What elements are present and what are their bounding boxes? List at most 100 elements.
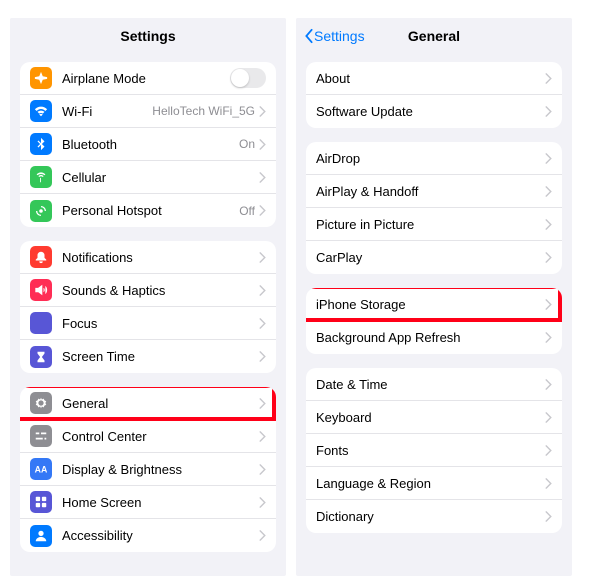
- chevron-right-icon: [259, 530, 266, 541]
- row-notifications[interactable]: Notifications: [20, 241, 276, 274]
- row-general[interactable]: General: [20, 387, 276, 420]
- settings-group: Date & Time Keyboard Fonts Language & Regio…: [306, 368, 562, 533]
- settings-group: General Control Center Display & Brightnes…: [20, 387, 276, 552]
- moon-icon: [30, 312, 52, 334]
- chevron-right-icon: [259, 139, 266, 150]
- wifi-icon: [30, 100, 52, 122]
- row-bluetooth[interactable]: BluetoothOn: [20, 128, 276, 161]
- chevron-right-icon: [545, 252, 552, 263]
- row-airplane-mode: Airplane Mode: [20, 62, 276, 95]
- row-label: General: [62, 396, 259, 411]
- row-label: Notifications: [62, 250, 259, 265]
- chevron-right-icon: [259, 497, 266, 508]
- chevron-right-icon: [259, 431, 266, 442]
- chevron-right-icon: [259, 318, 266, 329]
- row-focus[interactable]: Focus: [20, 307, 276, 340]
- row-label: AirPlay & Handoff: [316, 184, 545, 199]
- chevron-right-icon: [259, 252, 266, 263]
- row-iphone-storage[interactable]: iPhone Storage: [306, 288, 562, 321]
- chevron-right-icon: [545, 299, 552, 310]
- chevron-right-icon: [545, 186, 552, 197]
- settings-title: Settings: [120, 28, 175, 44]
- row-label: Sounds & Haptics: [62, 283, 259, 298]
- row-keyboard[interactable]: Keyboard: [306, 401, 562, 434]
- row-carplay[interactable]: CarPlay: [306, 241, 562, 274]
- row-label: Background App Refresh: [316, 330, 545, 345]
- row-date-time[interactable]: Date & Time: [306, 368, 562, 401]
- row-label: Screen Time: [62, 349, 259, 364]
- chevron-right-icon: [545, 106, 552, 117]
- row-label: Bluetooth: [62, 137, 239, 152]
- row-label: Airplane Mode: [62, 71, 230, 86]
- row-wi-fi[interactable]: Wi-FiHelloTech WiFi_5G: [20, 95, 276, 128]
- chevron-right-icon: [545, 478, 552, 489]
- chevron-right-icon: [545, 219, 552, 230]
- chevron-right-icon: [545, 445, 552, 456]
- settings-group: Notifications Sounds & Haptics Focus Screen…: [20, 241, 276, 373]
- row-label: Fonts: [316, 443, 545, 458]
- chevron-right-icon: [545, 412, 552, 423]
- row-label: Display & Brightness: [62, 462, 259, 477]
- row-sounds-haptics[interactable]: Sounds & Haptics: [20, 274, 276, 307]
- row-label: Language & Region: [316, 476, 545, 491]
- row-picture-in-picture[interactable]: Picture in Picture: [306, 208, 562, 241]
- bell-icon: [30, 246, 52, 268]
- row-home-screen[interactable]: Home Screen: [20, 486, 276, 519]
- bluetooth-icon: [30, 133, 52, 155]
- chevron-right-icon: [545, 153, 552, 164]
- back-button[interactable]: Settings: [304, 28, 365, 44]
- row-display-brightness[interactable]: Display & Brightness: [20, 453, 276, 486]
- airplane-mode-toggle[interactable]: [230, 68, 266, 88]
- row-screen-time[interactable]: Screen Time: [20, 340, 276, 373]
- row-label: Software Update: [316, 104, 545, 119]
- general-panel: Settings General AboutSoftware UpdateAir…: [296, 18, 572, 576]
- chevron-right-icon: [545, 379, 552, 390]
- row-background-app-refresh[interactable]: Background App Refresh: [306, 321, 562, 354]
- row-label: Control Center: [62, 429, 259, 444]
- row-label: Home Screen: [62, 495, 259, 510]
- settings-group: AirDrop AirPlay & Handoff Picture in Pictu…: [306, 142, 562, 274]
- cellular-icon: [30, 166, 52, 188]
- row-software-update[interactable]: Software Update: [306, 95, 562, 128]
- row-label: About: [316, 71, 545, 86]
- row-label: Date & Time: [316, 377, 545, 392]
- row-label: CarPlay: [316, 250, 545, 265]
- row-control-center[interactable]: Control Center: [20, 420, 276, 453]
- row-airdrop[interactable]: AirDrop: [306, 142, 562, 175]
- chevron-right-icon: [259, 172, 266, 183]
- row-airplay-handoff[interactable]: AirPlay & Handoff: [306, 175, 562, 208]
- row-label: Keyboard: [316, 410, 545, 425]
- row-dictionary[interactable]: Dictionary: [306, 500, 562, 533]
- row-fonts[interactable]: Fonts: [306, 434, 562, 467]
- row-value: Off: [239, 204, 255, 218]
- chevron-right-icon: [259, 464, 266, 475]
- chevron-right-icon: [545, 73, 552, 84]
- row-label: Dictionary: [316, 509, 545, 524]
- speaker-icon: [30, 279, 52, 301]
- row-about[interactable]: About: [306, 62, 562, 95]
- row-cellular[interactable]: Cellular: [20, 161, 276, 194]
- gear-icon: [30, 392, 52, 414]
- row-label: iPhone Storage: [316, 297, 545, 312]
- aa-icon: [30, 458, 52, 480]
- settings-group: About Software Update: [306, 62, 562, 128]
- row-language-region[interactable]: Language & Region: [306, 467, 562, 500]
- hotspot-icon: [30, 200, 52, 222]
- settings-panel: Settings Airplane Mode Wi-FiHelloTech WiF…: [10, 18, 286, 576]
- row-value: HelloTech WiFi_5G: [152, 104, 255, 118]
- chevron-right-icon: [545, 332, 552, 343]
- settings-group: Airplane ModeWi-FiHelloTech WiFi_5GBluet…: [20, 62, 276, 227]
- settings-group: iPhone Storage Background App Refresh: [306, 288, 562, 354]
- settings-header: Settings: [10, 18, 286, 54]
- chevron-right-icon: [259, 205, 266, 216]
- row-label: Picture in Picture: [316, 217, 545, 232]
- row-label: Accessibility: [62, 528, 259, 543]
- back-label: Settings: [314, 28, 365, 44]
- row-personal-hotspot[interactable]: Personal HotspotOff: [20, 194, 276, 227]
- row-label: Personal Hotspot: [62, 203, 239, 218]
- row-accessibility[interactable]: Accessibility: [20, 519, 276, 552]
- chevron-right-icon: [259, 285, 266, 296]
- back-chevron-icon: [304, 28, 314, 44]
- chevron-right-icon: [259, 106, 266, 117]
- airplane-icon: [30, 67, 52, 89]
